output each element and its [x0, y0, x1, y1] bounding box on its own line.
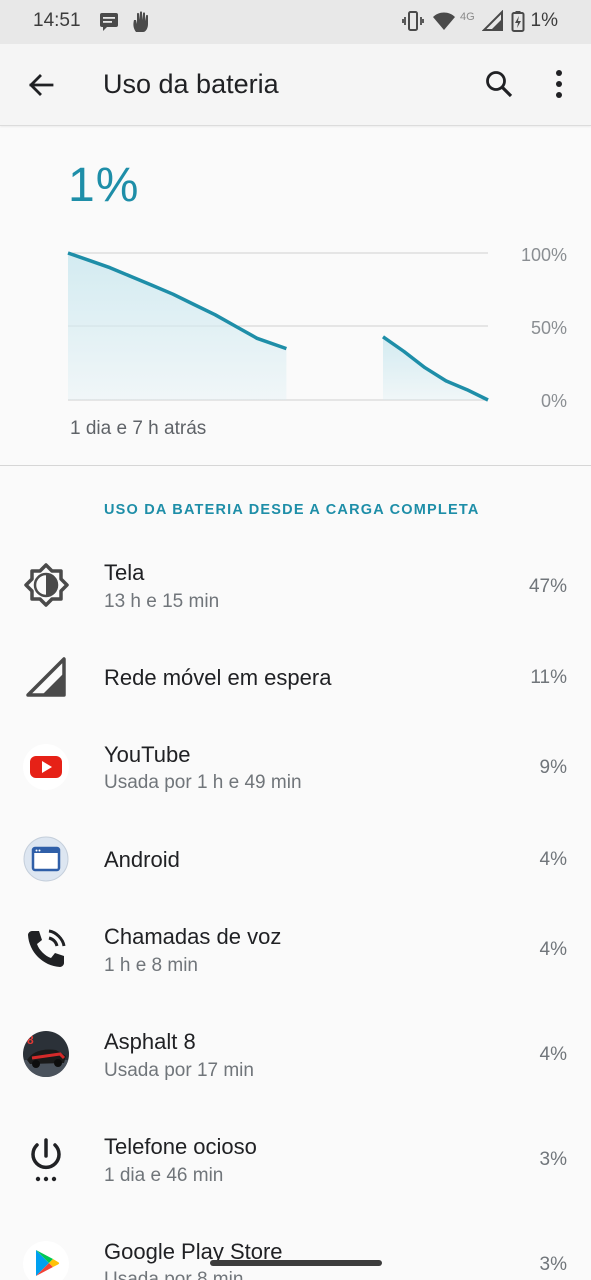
phone-call-icon: [22, 925, 70, 973]
gesture-nav-handle[interactable]: [210, 1260, 382, 1266]
item-title: Android: [104, 847, 180, 872]
youtube-icon: [22, 743, 70, 791]
play-store-icon: [22, 1240, 70, 1280]
item-subtitle: Usada por 17 min: [104, 1060, 254, 1081]
item-percent: 3%: [539, 1254, 567, 1275]
item-title: Asphalt 8: [104, 1029, 196, 1054]
list-item-chamadas-de-voz[interactable]: Chamadas de voz 1 h e 8 min 4%: [0, 899, 591, 999]
status-bar: 14:51 4G 1%: [0, 0, 591, 44]
arrow-back-icon: [29, 74, 54, 96]
list-item-rede-movel[interactable]: Rede móvel em espera 11%: [0, 627, 591, 727]
more-vert-icon: [556, 70, 562, 98]
network-type: 4G: [460, 11, 475, 23]
ylabel-0: 0%: [541, 391, 567, 411]
message-icon: [98, 10, 120, 37]
item-percent: 4%: [539, 849, 567, 870]
item-title: Rede móvel em espera: [104, 665, 332, 690]
list-item-android[interactable]: Android 4%: [0, 809, 591, 909]
battery-icon: [511, 10, 525, 37]
more-options-button[interactable]: [544, 67, 574, 101]
battery-percent: 1%: [530, 10, 558, 31]
search-icon: [486, 71, 513, 98]
item-percent: 9%: [539, 757, 567, 778]
list-item-youtube[interactable]: YouTube Usada por 1 h e 49 min 9%: [0, 717, 591, 817]
item-title: YouTube: [104, 742, 191, 767]
item-title: Chamadas de voz: [104, 924, 282, 949]
item-subtitle: Usada por 8 min: [104, 1269, 244, 1280]
search-button[interactable]: [482, 67, 516, 101]
battery-history-chart: 100% 50% 0%: [67, 245, 567, 411]
item-percent: 3%: [539, 1149, 567, 1170]
list-item-google-play-store[interactable]: Google Play Store Usada por 8 min 3%: [0, 1214, 591, 1280]
status-time: 14:51: [33, 10, 81, 31]
app-bar: Uso da bateria: [0, 44, 591, 126]
back-button[interactable]: [22, 66, 60, 104]
hand-icon: [130, 10, 152, 39]
item-subtitle: 1 dia e 46 min: [104, 1165, 224, 1186]
item-percent: 11%: [530, 667, 567, 688]
power-icon: [22, 1135, 70, 1183]
divider: [0, 465, 591, 466]
item-percent: 4%: [539, 1044, 567, 1065]
battery-level: 1%: [68, 159, 140, 212]
wifi-icon: [432, 10, 456, 37]
page-title: Uso da bateria: [103, 69, 279, 99]
item-title: Telefone ocioso: [104, 1134, 257, 1159]
ylabel-100: 100%: [521, 245, 567, 265]
svg-text:8: 8: [27, 1033, 34, 1047]
list-item-asphalt-8[interactable]: 8 Asphalt 8 Usada por 17 min 4%: [0, 1004, 591, 1104]
item-percent: 47%: [528, 576, 567, 597]
item-subtitle: 1 h e 8 min: [104, 955, 198, 976]
item-subtitle: Usada por 1 h e 49 min: [104, 772, 302, 793]
android-system-icon: [22, 835, 70, 883]
cell-signal-icon: [22, 653, 70, 701]
cell-signal-icon: [481, 9, 504, 37]
item-title: Tela: [104, 560, 145, 585]
item-subtitle: 13 h e 15 min: [104, 591, 220, 612]
brightness-icon: [22, 561, 70, 609]
ylabel-50: 50%: [531, 318, 567, 338]
chart-time-ago: 1 dia e 7 h atrás: [70, 418, 207, 439]
vibrate-icon: [402, 10, 424, 37]
item-percent: 4%: [539, 939, 567, 960]
list-item-tela[interactable]: Tela 13 h e 15 min 47%: [0, 535, 591, 635]
section-header: USO DA BATERIA DESDE A CARGA COMPLETA: [104, 502, 480, 518]
list-item-telefone-ocioso[interactable]: Telefone ocioso 1 dia e 46 min 3%: [0, 1109, 591, 1209]
asphalt-8-icon: 8: [22, 1030, 70, 1078]
